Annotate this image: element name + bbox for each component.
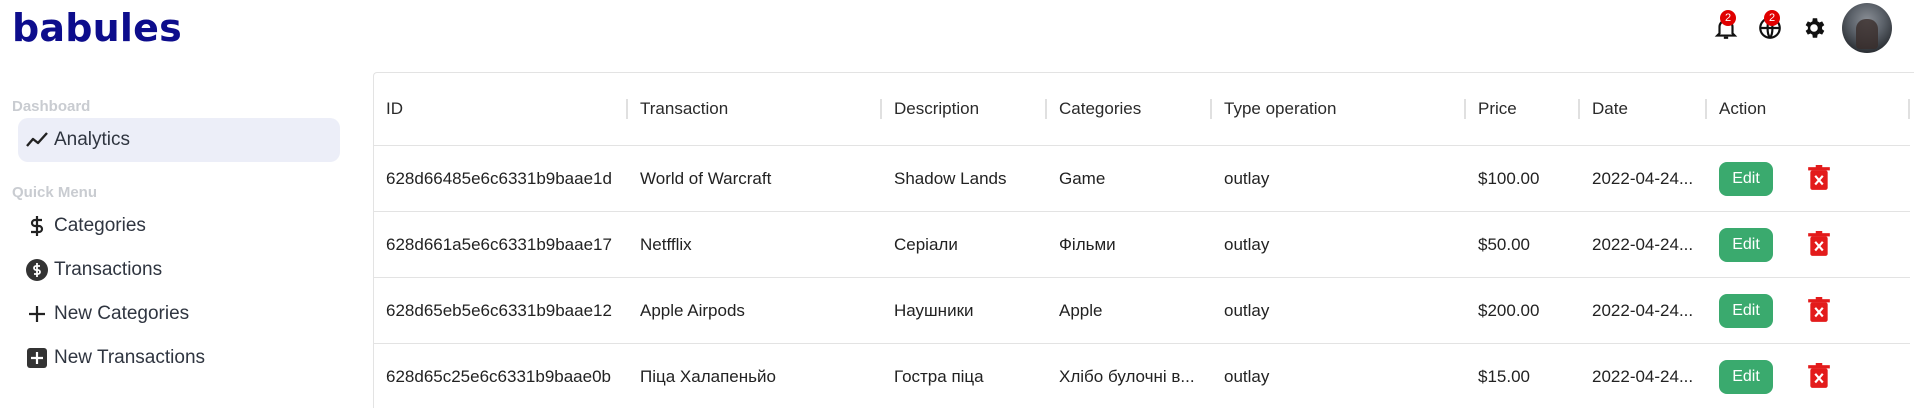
sidebar-item-analytics[interactable]: Analytics xyxy=(18,118,340,162)
cell-id: 628d65c25e6c6331b9baae0b xyxy=(374,343,628,408)
plus-square-icon xyxy=(24,345,50,371)
cell-price: $50.00 xyxy=(1466,211,1580,278)
delete-icon[interactable] xyxy=(1807,363,1830,389)
sidebar-item-new-transactions[interactable]: New Transactions xyxy=(18,336,340,380)
cell-category: Apple xyxy=(1047,277,1212,344)
cell-price: $15.00 xyxy=(1466,343,1580,408)
dollar-icon xyxy=(24,213,50,239)
column-header-categories[interactable]: Categories xyxy=(1047,73,1212,146)
cell-description: Наушники xyxy=(882,277,1047,344)
table-row[interactable]: 628d66485e6c6331b9baae1d World of Warcra… xyxy=(374,145,1910,212)
gear-icon xyxy=(1805,18,1825,38)
delete-icon[interactable] xyxy=(1807,297,1830,323)
column-header-id[interactable]: ID xyxy=(374,73,628,146)
sidebar-item-label: New Transactions xyxy=(54,347,206,368)
notifications-button[interactable]: 2 xyxy=(1704,6,1748,50)
section-title-dashboard: Dashboard xyxy=(12,98,91,115)
edit-button[interactable]: Edit xyxy=(1719,359,1773,394)
cell-transaction: Піца Халапеньйо xyxy=(628,343,882,408)
cell-transaction: Netfflix xyxy=(628,211,882,278)
table-row[interactable]: 628d65c25e6c6331b9baae0b Піца Халапеньйо… xyxy=(374,343,1910,408)
dollar-circle-icon xyxy=(24,257,50,283)
app: babules 2 2 Dashboard Analytics Quick Me… xyxy=(0,0,1922,408)
cell-description: Гостра піца xyxy=(882,343,1047,408)
column-header-price[interactable]: Price xyxy=(1466,73,1580,146)
edit-button[interactable]: Edit xyxy=(1719,293,1773,328)
table-header-row: ID Transaction Description Categories Ty… xyxy=(374,73,1910,146)
column-header-type-operation[interactable]: Type operation xyxy=(1212,73,1466,146)
table-row[interactable]: 628d65eb5e6c6331b9baae12 Apple Airpods Н… xyxy=(374,277,1910,344)
column-header-transaction[interactable]: Transaction xyxy=(628,73,882,146)
cell-date: 2022-04-24... xyxy=(1580,343,1707,408)
cell-type: outlay xyxy=(1212,277,1466,344)
cell-id: 628d66485e6c6331b9baae1d xyxy=(374,145,628,212)
avatar[interactable] xyxy=(1842,3,1892,53)
app-logo[interactable]: babules xyxy=(12,6,182,50)
cell-description: Серіали xyxy=(882,211,1047,278)
cell-type: outlay xyxy=(1212,343,1466,408)
cell-price: $200.00 xyxy=(1466,277,1580,344)
delete-icon[interactable] xyxy=(1807,165,1830,191)
cell-action: Edit xyxy=(1707,277,1910,344)
cell-type: outlay xyxy=(1212,145,1466,212)
sidebar-item-categories[interactable]: Categories xyxy=(18,204,340,248)
column-header-date[interactable]: Date xyxy=(1580,73,1707,146)
sidebar: Dashboard Analytics Quick Menu Categorie… xyxy=(0,96,350,380)
edit-button[interactable]: Edit xyxy=(1719,227,1773,262)
plus-icon xyxy=(24,301,50,327)
header-actions: 2 2 xyxy=(1704,2,1892,54)
cell-id: 628d65eb5e6c6331b9baae12 xyxy=(374,277,628,344)
column-header-description[interactable]: Description xyxy=(882,73,1047,146)
cell-date: 2022-04-24... xyxy=(1580,277,1707,344)
cell-description: Shadow Lands xyxy=(882,145,1047,212)
sidebar-item-label: Analytics xyxy=(54,129,131,150)
language-badge: 2 xyxy=(1764,10,1780,26)
sidebar-item-label: New Categories xyxy=(54,303,190,324)
sidebar-item-transactions[interactable]: Transactions xyxy=(18,248,340,292)
sidebar-item-label: Categories xyxy=(54,215,146,236)
cell-date: 2022-04-24... xyxy=(1580,145,1707,212)
notifications-badge: 2 xyxy=(1720,10,1736,26)
column-header-action[interactable]: Action xyxy=(1707,73,1910,146)
cell-action: Edit xyxy=(1707,343,1910,408)
cell-action: Edit xyxy=(1707,211,1910,278)
edit-button[interactable]: Edit xyxy=(1719,161,1773,196)
cell-category: Хлібо булочні в... xyxy=(1047,343,1212,408)
cell-id: 628d661a5e6c6331b9baae17 xyxy=(374,211,628,278)
cell-date: 2022-04-24... xyxy=(1580,211,1707,278)
cell-type: outlay xyxy=(1212,211,1466,278)
cell-price: $100.00 xyxy=(1466,145,1580,212)
table-row[interactable]: 628d661a5e6c6331b9baae17 Netfflix Серіал… xyxy=(374,211,1910,278)
trending-icon xyxy=(24,127,50,153)
cell-transaction: Apple Airpods xyxy=(628,277,882,344)
cell-category: Фільми xyxy=(1047,211,1212,278)
cell-action: Edit xyxy=(1707,145,1910,212)
cell-category: Game xyxy=(1047,145,1212,212)
delete-icon[interactable] xyxy=(1807,231,1830,257)
sidebar-item-new-categories[interactable]: New Categories xyxy=(18,292,340,336)
settings-button[interactable] xyxy=(1792,6,1836,50)
cell-transaction: World of Warcraft xyxy=(628,145,882,212)
transactions-table: ID Transaction Description Categories Ty… xyxy=(373,72,1914,408)
section-title-quick-menu: Quick Menu xyxy=(12,184,98,201)
language-button[interactable]: 2 xyxy=(1748,6,1792,50)
sidebar-item-label: Transactions xyxy=(54,259,163,280)
